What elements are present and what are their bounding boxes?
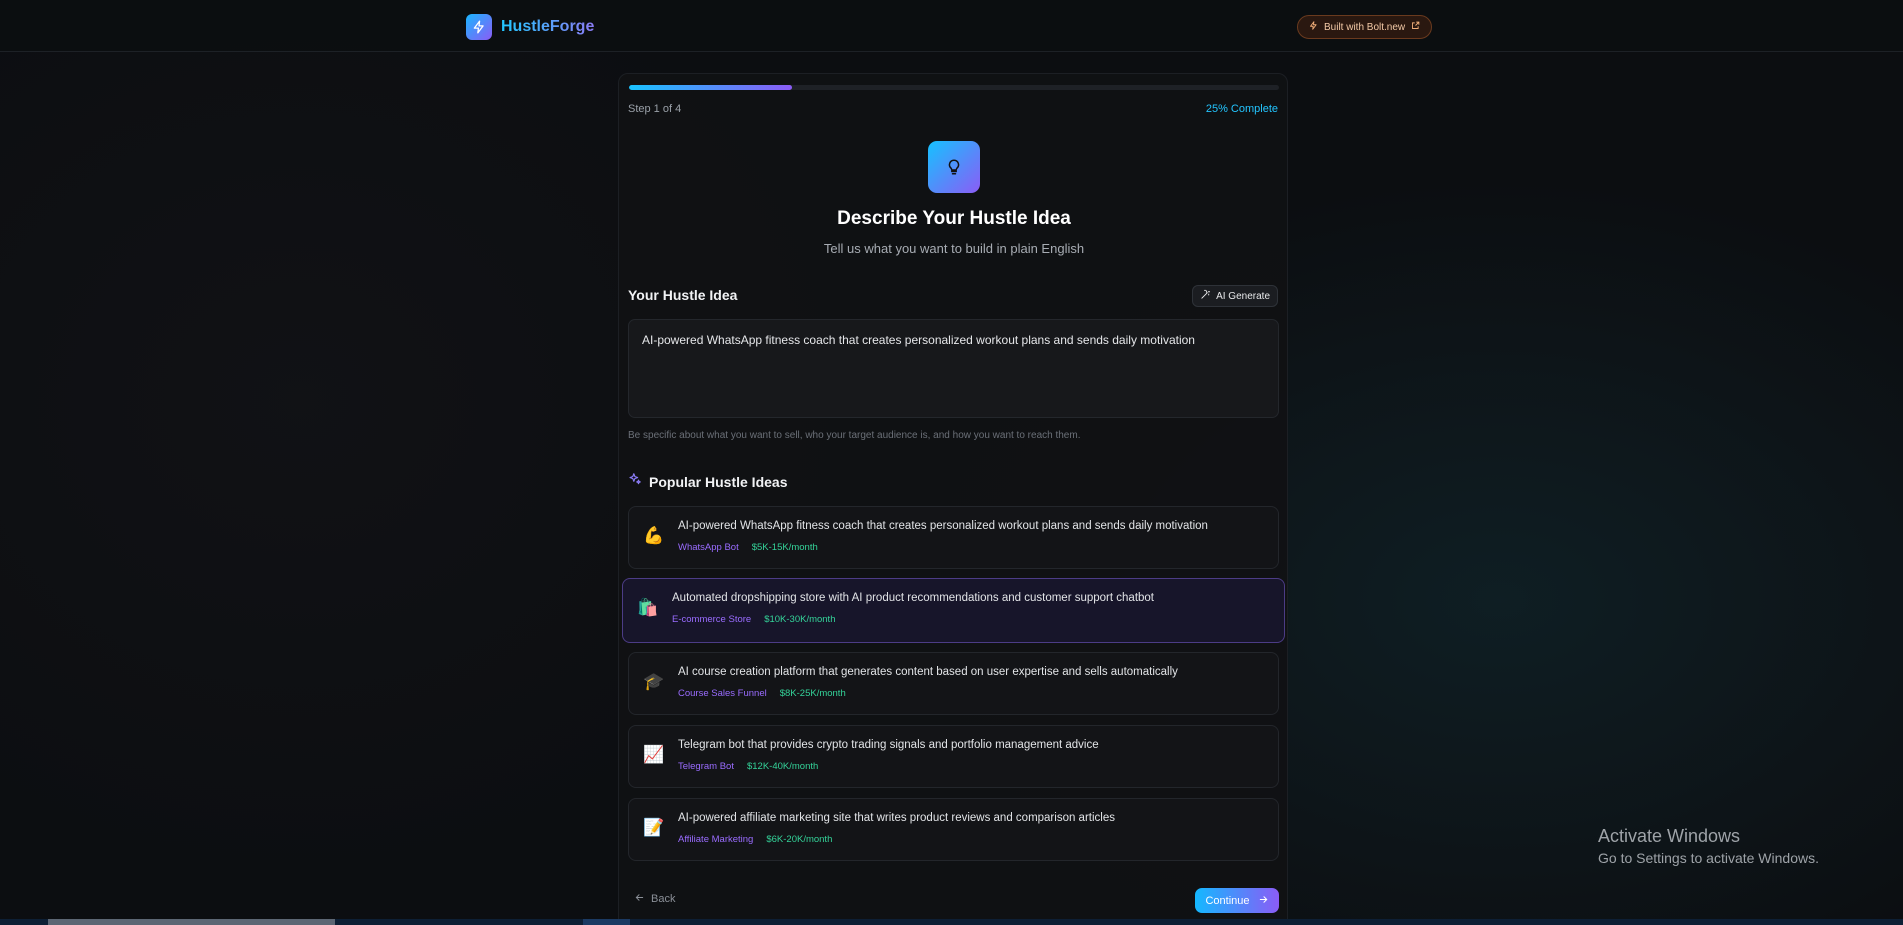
continue-button[interactable]: Continue (1195, 888, 1279, 913)
idea-category: WhatsApp Bot (678, 542, 739, 553)
badge-label: Built with Bolt.new (1324, 21, 1406, 33)
idea-revenue: $10K-30K/month (764, 614, 836, 625)
top-navbar: HustleForge Built with Bolt.new (0, 0, 1903, 52)
popular-idea-card[interactable]: 💪 AI-powered WhatsApp fitness coach that … (628, 506, 1279, 569)
lightbulb-icon (928, 141, 980, 193)
page-title: Describe Your Hustle Idea (837, 208, 1071, 229)
continue-label: Continue (1205, 894, 1250, 907)
idea-meta: WhatsApp Bot $5K-15K/month (678, 542, 818, 553)
wizard-card: Step 1 of 4 25% Complete Describe Your H… (618, 73, 1288, 925)
taskbar-edge (0, 919, 1903, 925)
idea-emoji-icon: 💪 (643, 526, 665, 545)
idea-input-label: Your Hustle Idea (628, 287, 738, 303)
progress-bar (629, 85, 1279, 90)
idea-emoji-icon: 🛍️ (637, 598, 659, 617)
brand-name: HustleForge (501, 18, 595, 35)
brand[interactable]: HustleForge (466, 14, 594, 40)
watermark-subtitle: Go to Settings to activate Windows. (1598, 850, 1819, 866)
idea-category: E-commerce Store (672, 614, 752, 625)
idea-category: Course Sales Funnel (678, 688, 767, 699)
idea-revenue: $12K-40K/month (746, 761, 819, 772)
page-subtitle: Tell us what you want to build in plain … (823, 241, 1085, 256)
back-button[interactable]: Back (634, 892, 675, 906)
idea-emoji-icon: 📈 (643, 745, 665, 764)
watermark-title: Activate Windows (1598, 826, 1741, 846)
popular-ideas-title: Popular Hustle Ideas (649, 473, 788, 490)
idea-meta: Course Sales Funnel $8K-25K/month (678, 688, 846, 699)
idea-meta: E-commerce Store $10K-30K/month (672, 614, 835, 625)
built-with-bolt-badge[interactable]: Built with Bolt.new (1297, 15, 1433, 39)
popular-idea-card[interactable]: 🛍️ Automated dropshipping store with AI p… (622, 578, 1285, 643)
ai-generate-button[interactable]: AI Generate (1192, 285, 1278, 307)
idea-description: AI-powered WhatsApp fitness coach that c… (678, 520, 1208, 532)
sparkles-icon (628, 472, 642, 491)
activate-windows-watermark: Activate Windows Go to Settings to activ… (1598, 826, 1819, 866)
taskbar-segment (583, 919, 630, 925)
idea-revenue: $8K-25K/month (779, 688, 846, 699)
idea-emoji-icon: 📝 (643, 818, 665, 837)
arrow-left-icon (634, 892, 645, 906)
progress-fill (629, 85, 792, 90)
popular-idea-card[interactable]: 🎓 AI course creation platform that genera… (628, 652, 1279, 715)
progress-percent: 25% Complete (1205, 103, 1278, 115)
idea-revenue: $5K-15K/month (751, 542, 818, 553)
idea-description: AI course creation platform that generat… (678, 666, 1178, 678)
hustle-idea-textarea[interactable] (628, 319, 1279, 418)
idea-description: AI-powered affiliate marketing site that… (678, 812, 1115, 824)
idea-meta: Telegram Bot $12K-40K/month (678, 761, 818, 772)
idea-description: Automated dropshipping store with AI pro… (672, 592, 1154, 604)
back-label: Back (651, 893, 676, 905)
idea-input-hint: Be specific about what you want to sell,… (628, 430, 1081, 441)
idea-emoji-icon: 🎓 (643, 672, 665, 691)
magic-wand-icon (1200, 289, 1211, 303)
lightning-icon (1309, 21, 1318, 33)
ai-generate-label: AI Generate (1216, 290, 1270, 302)
popular-ideas-heading: Popular Hustle Ideas (628, 472, 787, 491)
idea-meta: Affiliate Marketing $6K-20K/month (678, 834, 832, 845)
step-indicator: Step 1 of 4 (628, 103, 682, 115)
bolt-icon (466, 14, 492, 40)
idea-category: Affiliate Marketing (678, 834, 754, 845)
arrow-right-icon (1258, 894, 1269, 908)
idea-description: Telegram bot that provides crypto tradin… (678, 739, 1099, 751)
popular-idea-card[interactable]: 📈 Telegram bot that provides crypto tradi… (628, 725, 1279, 788)
taskbar-segment (48, 919, 335, 925)
idea-revenue: $6K-20K/month (766, 834, 833, 845)
idea-category: Telegram Bot (678, 761, 734, 772)
external-link-icon (1411, 21, 1420, 33)
popular-idea-card[interactable]: 📝 AI-powered affiliate marketing site tha… (628, 798, 1279, 861)
